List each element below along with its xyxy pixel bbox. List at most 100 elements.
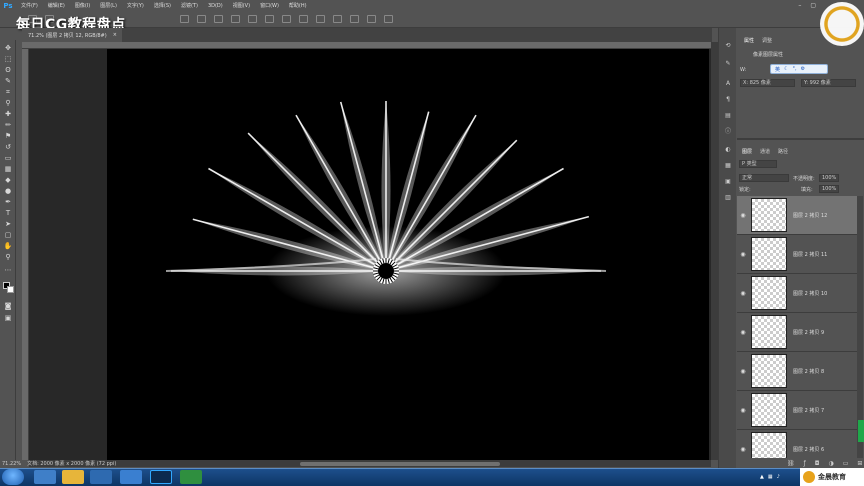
distribute-icon[interactable] — [299, 15, 308, 23]
distribute-icon[interactable] — [282, 15, 291, 23]
menu-3d[interactable]: 3D(D) — [203, 3, 228, 9]
tab-layers[interactable]: 图层 — [739, 146, 755, 157]
menu-file[interactable]: 文件(F) — [16, 2, 43, 9]
layer-filter-dropdown[interactable]: P 类型 — [739, 160, 777, 168]
taskbar-app-icon[interactable] — [90, 470, 112, 484]
vertical-scrollbar[interactable] — [711, 42, 718, 460]
menu-image[interactable]: 图像(I) — [70, 2, 95, 9]
hand-tool-icon[interactable]: ✋ — [3, 242, 13, 251]
color-icon[interactable]: ◐ — [724, 146, 732, 154]
move-tool-icon[interactable]: ✥ — [3, 44, 13, 53]
healing-brush-tool-icon[interactable]: ✚ — [3, 110, 13, 119]
start-button-icon[interactable] — [2, 469, 24, 485]
lasso-tool-icon[interactable]: ʘ — [3, 66, 13, 75]
3d-mode-icon[interactable] — [367, 15, 376, 23]
paragraph-icon[interactable]: ¶ — [724, 96, 732, 104]
type-tool-icon[interactable]: T — [3, 209, 13, 218]
menu-layer[interactable]: 图层(L) — [95, 2, 122, 9]
horizontal-scroll-thumb[interactable] — [300, 462, 500, 466]
layer-row[interactable]: ◉ 图层 2 拷贝 10 — [737, 274, 857, 313]
pen-tool-icon[interactable]: ✒ — [3, 198, 13, 207]
more-tools-icon[interactable]: ⋯ — [3, 266, 13, 275]
history-brush-tool-icon[interactable]: ↺ — [3, 143, 13, 152]
ime-toolbar[interactable]: 英 ☾ °, ⚙ — [770, 64, 828, 74]
zoom-tool-icon[interactable]: ⚲ — [3, 253, 13, 262]
layer-row[interactable]: ◉ 图层 2 拷贝 6 — [737, 430, 857, 458]
eye-icon[interactable]: ◉ — [737, 407, 749, 414]
tab-paths[interactable]: 路径 — [775, 146, 791, 157]
brush-settings-icon[interactable]: ✎ — [724, 60, 732, 68]
align-top-icon[interactable] — [231, 15, 240, 23]
punctuation-icon[interactable]: °, — [793, 66, 797, 72]
eye-icon[interactable]: ◉ — [737, 329, 749, 336]
add-mask-icon[interactable]: ◘ — [815, 460, 820, 467]
fill-field[interactable]: 100% — [819, 185, 839, 193]
layer-row[interactable]: ◉ 图层 2 拷贝 7 — [737, 391, 857, 430]
menu-window[interactable]: 窗口(W) — [255, 2, 284, 9]
background-color-swatch[interactable] — [7, 286, 14, 293]
eye-icon[interactable]: ◉ — [737, 251, 749, 258]
opacity-field[interactable]: 100% — [819, 174, 839, 182]
layer-comps-icon[interactable]: ▣ — [724, 178, 732, 186]
tab-channels[interactable]: 通道 — [757, 146, 773, 157]
marquee-tool-icon[interactable]: ⬚ — [3, 55, 13, 64]
distribute-icon[interactable] — [333, 15, 342, 23]
new-layer-icon[interactable]: ⊞ — [857, 460, 862, 467]
tray-icon[interactable]: ▲ — [760, 474, 764, 480]
tab-adjustments[interactable]: 调整 — [759, 35, 775, 46]
info-icon[interactable]: ⓘ — [724, 128, 732, 136]
crop-tool-icon[interactable]: ⌗ — [3, 88, 13, 97]
eraser-tool-icon[interactable]: ▭ — [3, 154, 13, 163]
dodge-tool-icon[interactable]: ● — [3, 187, 13, 196]
taskbar-folder-icon[interactable] — [62, 470, 84, 484]
photoshop-app-icon[interactable]: Ps — [0, 0, 16, 11]
quick-mask-icon[interactable]: ◙ — [3, 302, 13, 311]
layer-row[interactable]: ◉ 图层 2 拷贝 12 — [737, 196, 857, 235]
minimize-icon[interactable]: – — [798, 2, 801, 9]
moon-icon[interactable]: ☾ — [784, 66, 788, 72]
taskbar-app-icon[interactable] — [180, 470, 202, 484]
layer-row[interactable]: ◉ 图层 2 拷贝 9 — [737, 313, 857, 352]
quick-select-tool-icon[interactable]: ✎ — [3, 77, 13, 86]
history-icon[interactable]: ⟲ — [724, 42, 732, 50]
align-middle-icon[interactable] — [248, 15, 257, 23]
document-canvas[interactable] — [107, 49, 709, 460]
adjustment-layer-icon[interactable]: ◑ — [829, 460, 834, 467]
3d-mode-icon[interactable] — [350, 15, 359, 23]
blend-mode-dropdown[interactable]: 正常 — [739, 174, 789, 182]
layer-row[interactable]: ◉ 图层 2 拷贝 11 — [737, 235, 857, 274]
layer-row[interactable]: ◉ 图层 2 拷贝 8 — [737, 352, 857, 391]
eye-icon[interactable]: ◉ — [737, 446, 749, 453]
ime-mode-label[interactable]: 英 — [775, 66, 780, 73]
menu-type[interactable]: 文字(Y) — [122, 2, 149, 9]
libraries-icon[interactable]: ▥ — [724, 194, 732, 202]
new-group-icon[interactable]: ▭ — [843, 460, 849, 467]
align-left-icon[interactable] — [180, 15, 189, 23]
tab-properties[interactable]: 属性 — [741, 35, 757, 46]
close-icon[interactable]: × — [113, 32, 117, 38]
path-select-tool-icon[interactable]: ➤ — [3, 220, 13, 229]
settings-gear-icon[interactable]: ⚙ — [801, 66, 805, 72]
fx-icon[interactable]: ƒ — [804, 460, 806, 467]
blur-tool-icon[interactable]: ◆ — [3, 176, 13, 185]
taskbar-app-icon[interactable] — [34, 470, 56, 484]
menu-select[interactable]: 选择(S) — [149, 2, 176, 9]
eye-icon[interactable]: ◉ — [737, 368, 749, 375]
brush-tool-icon[interactable]: ✏ — [3, 121, 13, 130]
menu-view[interactable]: 视图(V) — [228, 2, 255, 9]
align-center-icon[interactable] — [197, 15, 206, 23]
y-position-field[interactable]: Y: 992 像素 — [801, 79, 856, 87]
clone-stamp-tool-icon[interactable]: ⚑ — [3, 132, 13, 141]
align-right-icon[interactable] — [214, 15, 223, 23]
layers-scrollbar[interactable] — [857, 196, 863, 458]
taskbar-photoshop-icon[interactable] — [150, 470, 172, 484]
x-position-field[interactable]: X: 825 像素 — [740, 79, 795, 87]
screen-mode-icon[interactable]: ▣ — [3, 314, 13, 323]
menu-filter[interactable]: 滤镜(T) — [176, 2, 203, 9]
menu-help[interactable]: 帮助(H) — [284, 2, 312, 9]
zoom-level[interactable]: 71.22% — [2, 461, 21, 467]
gradient-tool-icon[interactable]: ▦ — [3, 165, 13, 174]
network-icon[interactable]: ▦ — [768, 474, 773, 480]
document-tab[interactable]: 71.2% (图层 2 拷贝 12, RGB/8#) × — [22, 28, 122, 42]
shape-tool-icon[interactable]: ▢ — [3, 231, 13, 240]
